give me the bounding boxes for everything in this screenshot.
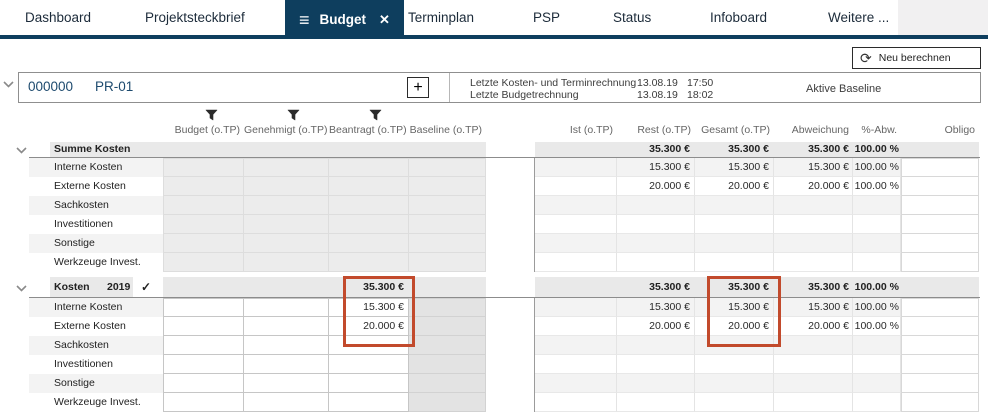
tab-psp[interactable]: PSP [533, 0, 560, 35]
row-label: Investitionen [54, 355, 113, 374]
cell-ist-o-tp [535, 336, 617, 355]
cell-abweichung [774, 374, 853, 393]
cell-abw [853, 336, 901, 355]
editable-cell-beantragt-o-tp[interactable] [329, 374, 409, 393]
cell-baseline-o-tp [409, 336, 486, 355]
row-label: Externe Kosten [54, 317, 126, 336]
row-label: Sonstige [54, 374, 95, 393]
editable-cell-beantragt-o-tp[interactable] [329, 393, 409, 412]
cell-gesamt-o-tp [695, 374, 774, 393]
cell-rest-o-tp [617, 355, 695, 374]
cell-abweichung [774, 355, 853, 374]
cell-ist-o-tp [535, 355, 617, 374]
tab-budget[interactable]: ≡ Budget ✕ [285, 0, 404, 39]
tab-dashboard[interactable]: Dashboard [25, 0, 91, 35]
value-pct: 100.00 % [853, 298, 899, 317]
cell-obligo[interactable] [901, 393, 979, 412]
tab-terminplan[interactable]: Terminplan [408, 0, 474, 35]
cell-obligo[interactable] [901, 355, 979, 374]
nav-spacer [898, 0, 988, 35]
row-label: Sachkosten [54, 336, 109, 355]
cell-gesamt-o-tp [695, 393, 774, 412]
editable-cell-genehmigt-o-tp[interactable] [244, 355, 329, 374]
cell-obligo[interactable] [901, 298, 979, 317]
editable-cell-budget-o-tp[interactable] [163, 393, 244, 412]
section-title: Kosten [54, 277, 90, 297]
cell-abw [853, 374, 901, 393]
section-year: 2019 [107, 277, 130, 297]
top-navigation: Dashboard Projektsteckbrief ≡ Budget ✕ Termin… [0, 0, 988, 39]
tab-status[interactable]: Status [613, 0, 651, 35]
menu-icon: ≡ [299, 11, 310, 29]
value-pct: 100.00 % [853, 317, 899, 336]
cell-abweichung [774, 336, 853, 355]
editable-cell-beantragt-o-tp[interactable] [329, 336, 409, 355]
cell-obligo[interactable] [901, 317, 979, 336]
editable-cell-budget-o-tp[interactable] [163, 374, 244, 393]
value-beantragt: 15.300 € [329, 298, 404, 317]
cell-rest-o-tp [617, 336, 695, 355]
cell-baseline-o-tp [409, 393, 486, 412]
editable-cell-budget-o-tp[interactable] [163, 298, 244, 317]
cell-baseline-o-tp [409, 317, 486, 336]
cell-ist-o-tp [535, 317, 617, 336]
editable-cell-budget-o-tp[interactable] [163, 336, 244, 355]
cell-abweichung [774, 393, 853, 412]
editable-cell-budget-o-tp[interactable] [163, 317, 244, 336]
editable-cell-genehmigt-o-tp[interactable] [244, 298, 329, 317]
summary-value-gesamt: 35.300 € [695, 277, 769, 297]
cell-rest-o-tp [617, 374, 695, 393]
value-beantragt: 20.000 € [329, 317, 404, 336]
row-label: Werkzeuge Invest. [54, 393, 141, 412]
editable-cell-budget-o-tp[interactable] [163, 355, 244, 374]
tab-infoboard[interactable]: Infoboard [710, 0, 767, 35]
close-tab-icon[interactable]: ✕ [379, 13, 390, 26]
cell-baseline-o-tp [409, 355, 486, 374]
value-gesamt: 15.300 € [695, 298, 769, 317]
cell-obligo[interactable] [901, 336, 979, 355]
tab-weitere[interactable]: Weitere ... [828, 0, 889, 35]
cell-gesamt-o-tp [695, 355, 774, 374]
value-abweichung: 15.300 € [774, 298, 849, 317]
value-abweichung: 20.000 € [774, 317, 849, 336]
cell-gesamt-o-tp [695, 336, 774, 355]
confirmed-check-icon: ✓ [141, 277, 151, 297]
cell-rest-o-tp [617, 393, 695, 412]
cell-abw [853, 393, 901, 412]
cell-ist-o-tp [535, 393, 617, 412]
section-kosten-2019: Kosten2019✓35.300 €35.300 €35.300 €35.30… [0, 0, 988, 419]
row-label: Interne Kosten [54, 298, 122, 317]
cell-baseline-o-tp [409, 298, 486, 317]
value-rest: 20.000 € [617, 317, 690, 336]
tab-projektsteckbrief[interactable]: Projektsteckbrief [145, 0, 245, 35]
editable-cell-beantragt-o-tp[interactable] [329, 355, 409, 374]
summary-value-abweichung: 35.300 € [774, 277, 849, 297]
budget-page: Dashboard Projektsteckbrief ≡ Budget ✕ Termin… [0, 0, 988, 419]
cell-obligo[interactable] [901, 374, 979, 393]
summary-value-pct: 100.00 % [853, 277, 899, 297]
cell-baseline-o-tp [409, 374, 486, 393]
editable-cell-genehmigt-o-tp[interactable] [244, 317, 329, 336]
section-collapse-chevron[interactable] [16, 285, 27, 292]
summary-value-beantragt: 35.300 € [329, 277, 404, 297]
tab-label: Budget [320, 12, 367, 27]
row-label-stripe [29, 374, 163, 393]
editable-cell-genehmigt-o-tp[interactable] [244, 393, 329, 412]
nav-accent-strip [0, 35, 988, 39]
section-band [163, 277, 486, 297]
editable-cell-genehmigt-o-tp[interactable] [244, 336, 329, 355]
cell-ist-o-tp [535, 374, 617, 393]
cell-abw [853, 355, 901, 374]
value-gesamt: 20.000 € [695, 317, 769, 336]
editable-cell-genehmigt-o-tp[interactable] [244, 374, 329, 393]
cell-ist-o-tp [535, 298, 617, 317]
summary-value-rest: 35.300 € [617, 277, 690, 297]
value-rest: 15.300 € [617, 298, 690, 317]
